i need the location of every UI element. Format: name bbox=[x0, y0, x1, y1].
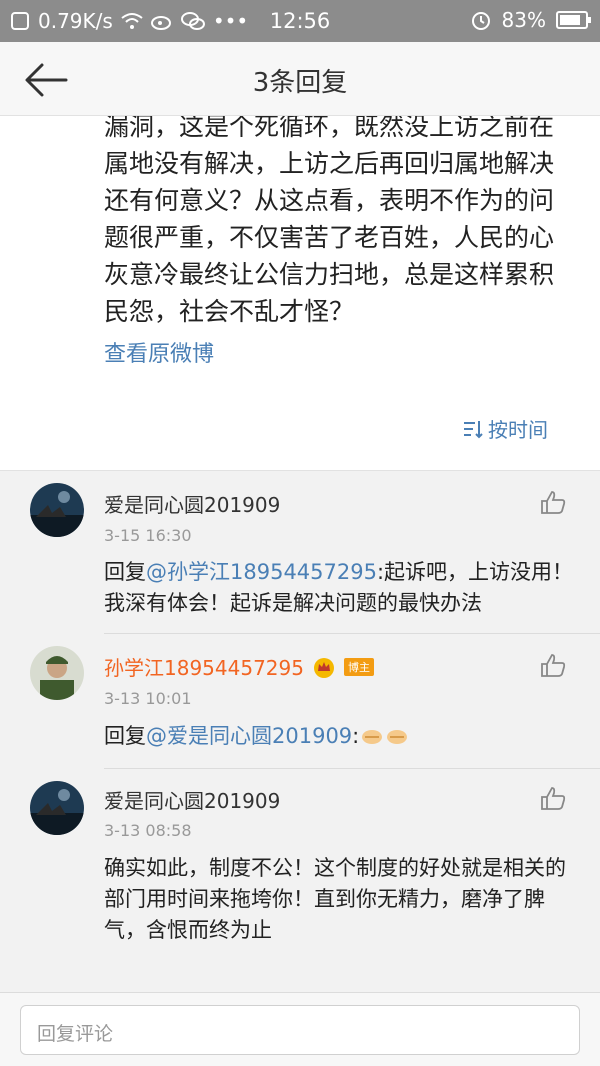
reply-item: 爱是同心圆201909 3-15 16:30 回复@孙学江18954457295… bbox=[0, 471, 600, 634]
reply-body: 确实如此，制度不公！这个制度的好处就是相关的部门用时间来拖垮你！直到你无精力，磨… bbox=[104, 856, 566, 942]
sort-by-time-button[interactable]: 按时间 bbox=[462, 414, 548, 443]
reply-author[interactable]: 爱是同心圆201909 bbox=[104, 489, 280, 518]
like-icon[interactable] bbox=[540, 785, 566, 811]
battery-icon bbox=[556, 11, 591, 29]
reply-time: 3-15 16:30 bbox=[104, 526, 192, 545]
crown-icon bbox=[313, 657, 334, 678]
reply-input-bar: 回复评论 bbox=[0, 992, 600, 1066]
like-icon[interactable] bbox=[540, 489, 566, 515]
status-bar: 0.79K/s ••• 12:56 83% bbox=[0, 0, 600, 42]
reply-author: 孙学江18954457295 博主 bbox=[104, 652, 374, 681]
reply-time: 3-13 08:58 bbox=[104, 821, 192, 840]
page-title: 3条回复 bbox=[252, 68, 348, 98]
original-post: 漏洞，这是个死循环，既然没上访之前在属地没有解决，上访之后再回归属地解决还有何意… bbox=[0, 116, 600, 470]
reply-item: 爱是同心圆201909 3-13 08:58 确实如此，制度不公！这个制度的好处… bbox=[0, 769, 600, 993]
reply-author[interactable]: 爱是同心圆201909 bbox=[104, 785, 280, 814]
reply-item: 孙学江18954457295 博主 3-13 10:01 回复@爱是同心圆201… bbox=[0, 634, 600, 769]
post-text: 漏洞，这是个死循环，既然没上访之前在属地没有解决，上访之后再回归属地解决还有何意… bbox=[104, 116, 555, 326]
handshake-emoji-icon bbox=[362, 730, 408, 744]
like-icon[interactable] bbox=[540, 652, 566, 678]
alarm-icon bbox=[471, 12, 490, 30]
sort-label: 按时间 bbox=[488, 418, 548, 442]
avatar[interactable] bbox=[30, 483, 84, 537]
battery-fill bbox=[560, 15, 580, 25]
battery-percent: 83% bbox=[501, 8, 546, 32]
mention-link[interactable]: @孙学江18954457295 bbox=[146, 560, 377, 584]
view-original-link[interactable]: 查看原微博 bbox=[104, 336, 214, 368]
reply-list: 爱是同心圆201909 3-15 16:30 回复@孙学江18954457295… bbox=[0, 470, 600, 992]
reply-body: 回复@孙学江18954457295:起诉吧，上访没用！我深有体会！起诉是解决问题… bbox=[104, 557, 584, 619]
avatar[interactable] bbox=[30, 646, 84, 700]
reply-prefix: 回复 bbox=[104, 724, 146, 748]
sort-icon bbox=[464, 420, 483, 438]
avatar[interactable] bbox=[30, 781, 84, 835]
mention-link[interactable]: @爱是同心圆201909 bbox=[146, 724, 352, 748]
reply-author-name[interactable]: 孙学江18954457295 bbox=[104, 652, 304, 681]
reply-input[interactable]: 回复评论 bbox=[20, 1005, 580, 1055]
reply-prefix: 回复 bbox=[104, 560, 146, 584]
reply-time: 3-13 10:01 bbox=[104, 689, 192, 708]
author-badge: 博主 bbox=[343, 657, 374, 676]
reply-body: 回复@爱是同心圆201909: bbox=[104, 721, 584, 752]
reply-text: : bbox=[352, 724, 360, 748]
status-right: 83% bbox=[470, 8, 591, 32]
header: 3条回复 bbox=[0, 42, 600, 116]
